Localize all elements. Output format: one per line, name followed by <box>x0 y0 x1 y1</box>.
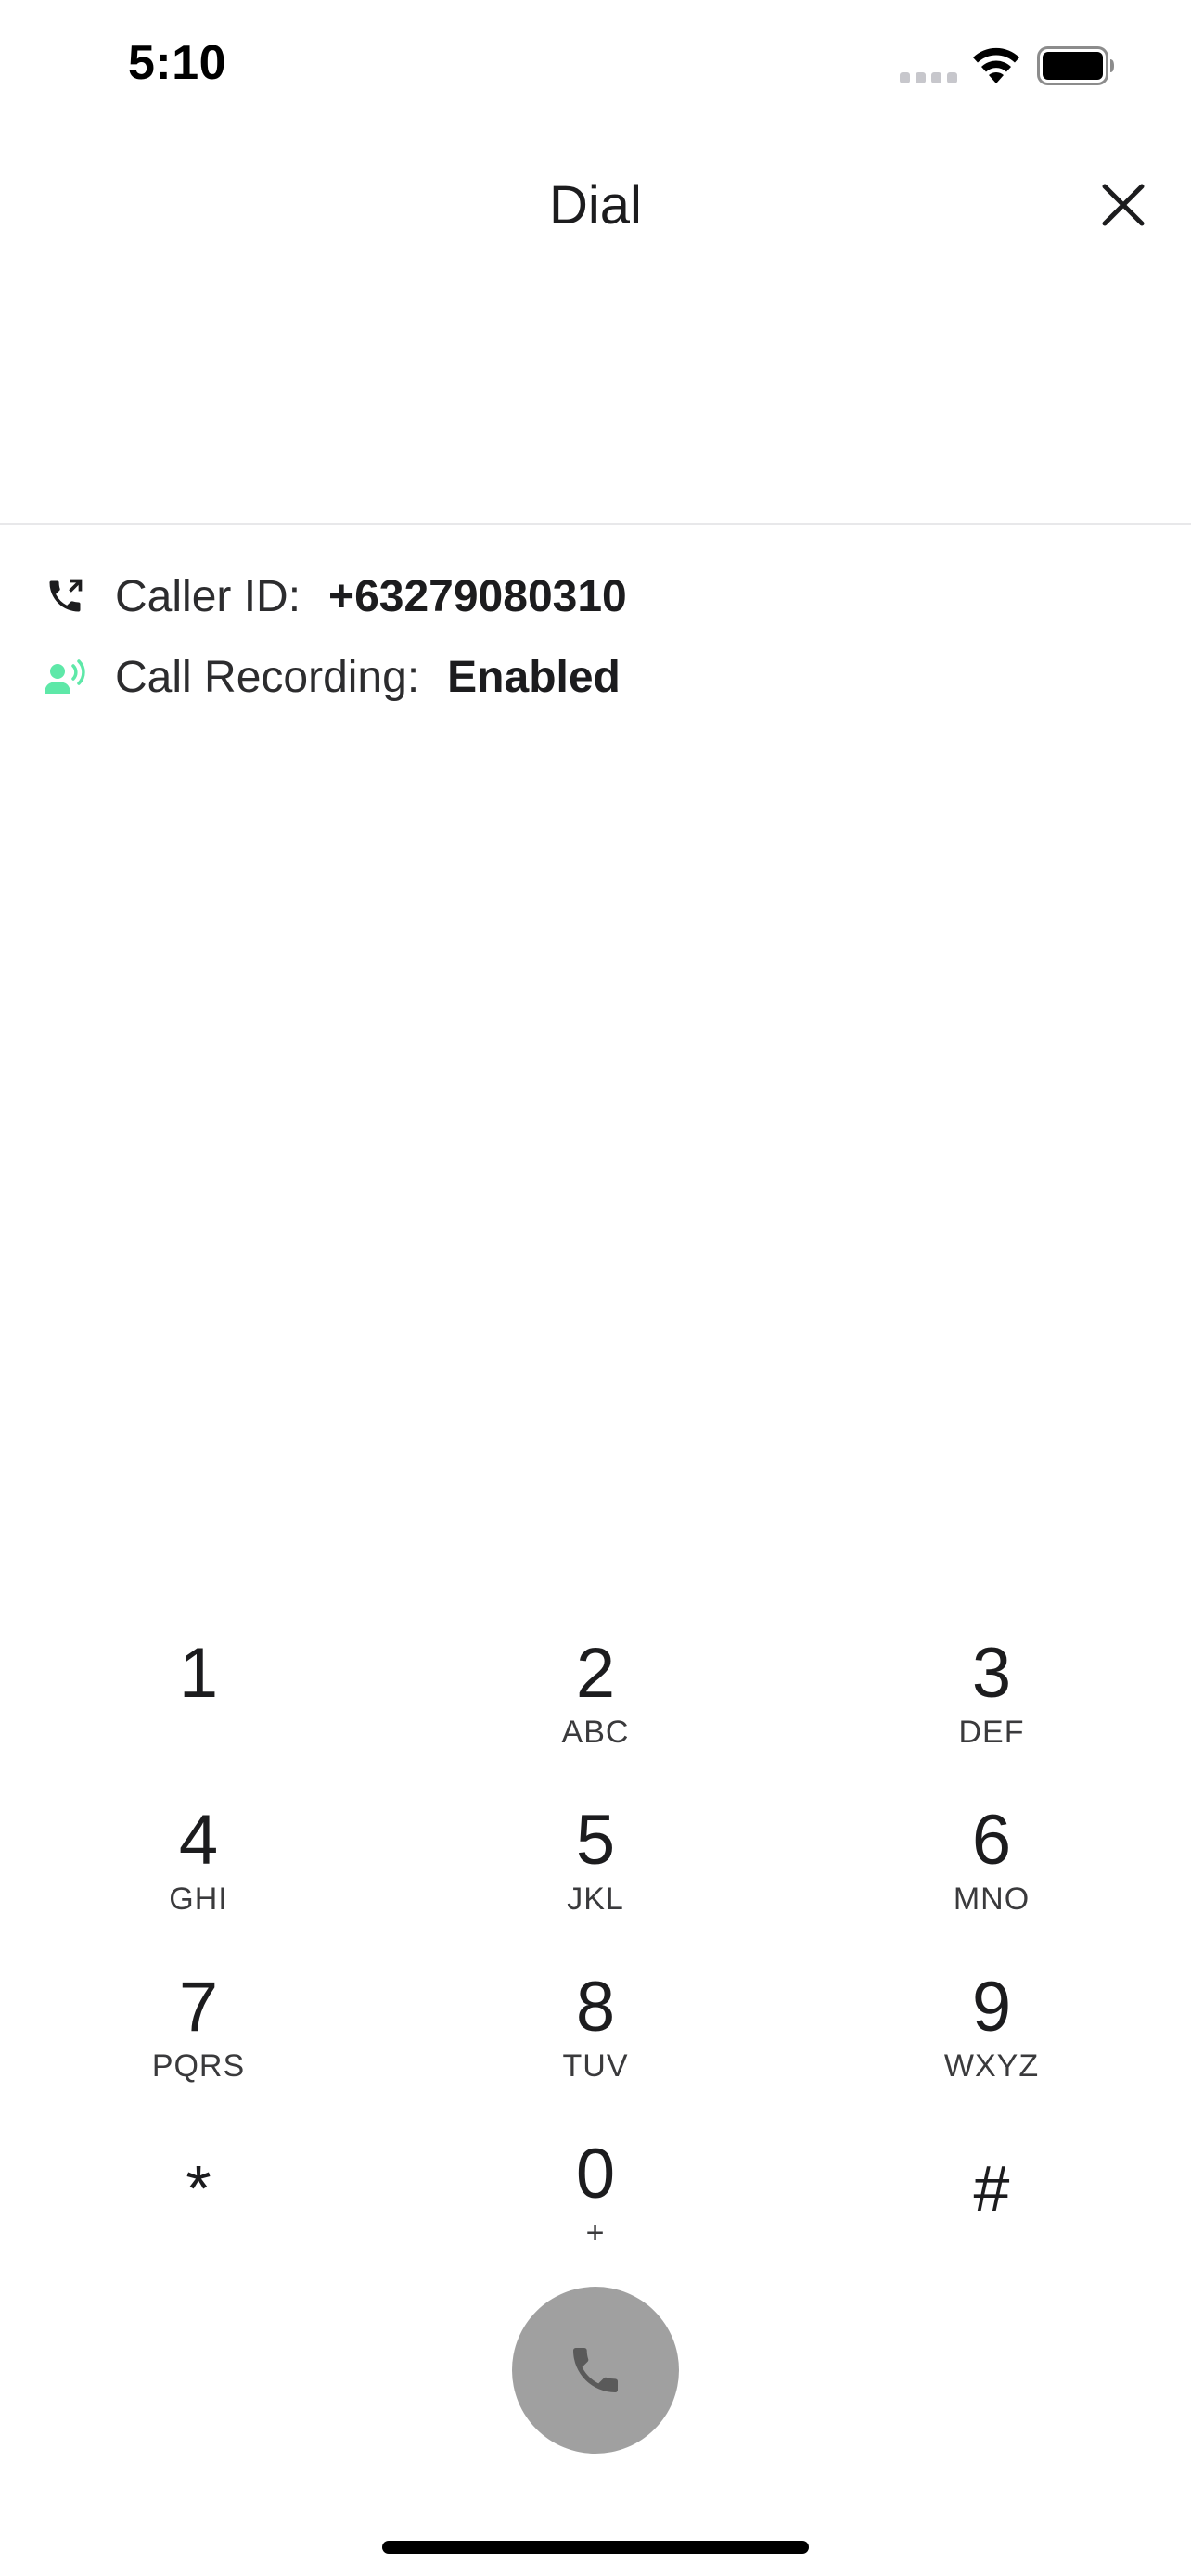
call-recording-label: Call Recording: <box>115 652 420 702</box>
key-letters: GHI <box>169 1881 228 1917</box>
call-button[interactable] <box>512 2287 679 2454</box>
key-letters: JKL <box>567 1881 624 1917</box>
key-digit: 7 <box>178 1968 219 2047</box>
key-5[interactable]: 5 JKL <box>456 1799 735 1957</box>
home-indicator[interactable] <box>382 2541 809 2554</box>
battery-icon <box>1037 46 1114 85</box>
key-letters: PQRS <box>151 2048 246 2084</box>
page-title: Dial <box>549 175 642 236</box>
caller-id-label: Caller ID: <box>115 571 301 621</box>
key-digit: 1 <box>178 1634 219 1713</box>
key-9[interactable]: 9 WXYZ <box>852 1966 1131 2123</box>
voice-recording-icon <box>43 655 87 699</box>
key-digit: 5 <box>575 1801 616 1880</box>
header: Dial <box>0 139 1191 278</box>
status-time: 5:10 <box>128 36 227 90</box>
status-bar: 5:10 <box>0 0 1191 139</box>
key-letters: WXYZ <box>943 2048 1040 2084</box>
call-recording-row[interactable]: Call Recording: Enabled <box>43 644 621 709</box>
key-digit: 2 <box>575 1634 616 1713</box>
dialed-number-display[interactable] <box>0 278 1191 525</box>
key-6[interactable]: 6 MNO <box>852 1799 1131 1957</box>
key-letters: MNO <box>953 1881 1031 1917</box>
key-digit: 8 <box>575 1968 616 2047</box>
key-letters: DEF <box>958 1715 1025 1750</box>
key-letters: TUV <box>562 2048 629 2084</box>
key-hash[interactable]: # <box>852 2133 1131 2290</box>
wifi-icon <box>973 47 1019 83</box>
key-star[interactable]: * <box>59 2133 338 2290</box>
key-3[interactable]: 3 DEF <box>852 1632 1131 1790</box>
key-digit: 0 <box>575 2135 616 2213</box>
key-1[interactable]: 1 <box>59 1632 338 1790</box>
call-recording-value: Enabled <box>447 652 621 702</box>
key-letters: + <box>585 2215 606 2251</box>
key-letters: ABC <box>561 1715 630 1750</box>
key-7[interactable]: 7 PQRS <box>59 1966 338 2123</box>
phone-icon <box>573 2348 618 2392</box>
key-digit: 3 <box>971 1634 1012 1713</box>
key-8[interactable]: 8 TUV <box>456 1966 735 2123</box>
key-digit: # <box>973 2152 1010 2225</box>
caller-id-value: +63279080310 <box>328 571 627 621</box>
key-digit: 4 <box>178 1801 219 1880</box>
key-digit: 6 <box>971 1801 1012 1880</box>
key-digit: * <box>186 2152 211 2225</box>
key-digit: 9 <box>971 1968 1012 2047</box>
caller-id-row[interactable]: Caller ID: +63279080310 <box>43 564 627 629</box>
cellular-signal-icon <box>900 72 957 83</box>
key-4[interactable]: 4 GHI <box>59 1799 338 1957</box>
phone-outgoing-icon <box>43 574 87 618</box>
close-button[interactable] <box>1095 176 1152 234</box>
key-2[interactable]: 2 ABC <box>456 1632 735 1790</box>
key-0[interactable]: 0 + <box>456 2133 735 2290</box>
close-icon <box>1102 184 1145 226</box>
